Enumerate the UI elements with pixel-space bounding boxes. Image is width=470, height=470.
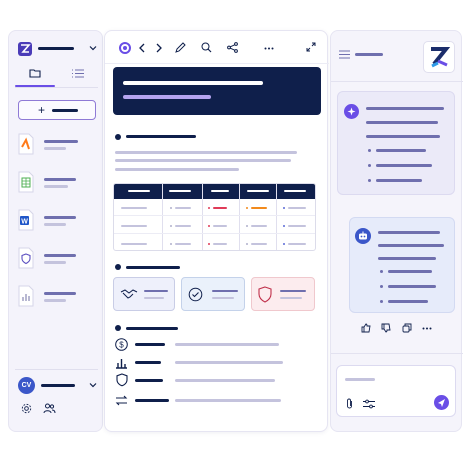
list-item[interactable] xyxy=(113,393,313,409)
avatar[interactable]: CV xyxy=(18,377,35,394)
sliders-icon[interactable] xyxy=(363,399,375,409)
assistant-message xyxy=(349,217,455,313)
chevron-down-icon[interactable] xyxy=(89,381,97,389)
user-name xyxy=(41,384,75,387)
document-panel: $ xyxy=(104,30,329,432)
sidebar: + W CV xyxy=(8,30,103,432)
assistant-message xyxy=(337,91,455,195)
section-bullet xyxy=(115,134,121,140)
list-item[interactable] xyxy=(113,373,313,389)
new-document-button[interactable]: + xyxy=(18,100,96,120)
data-table xyxy=(113,183,316,251)
folder-icon xyxy=(29,69,41,78)
expand-icon[interactable] xyxy=(306,42,316,52)
table-row[interactable] xyxy=(114,235,315,250)
paragraph-line xyxy=(115,159,291,162)
search-icon[interactable] xyxy=(201,42,212,53)
assistant-panel xyxy=(330,30,463,432)
section-heading xyxy=(126,327,178,330)
file-item-report[interactable] xyxy=(18,285,96,315)
more-options-icon[interactable] xyxy=(264,47,274,50)
copy-icon[interactable] xyxy=(402,323,412,333)
settings-gear-icon[interactable] xyxy=(21,403,32,414)
card-risk[interactable] xyxy=(251,277,315,311)
workspace-name xyxy=(38,47,74,50)
paragraph-line xyxy=(115,168,239,171)
thumbs-down-icon[interactable] xyxy=(381,323,391,333)
assistant-title xyxy=(355,53,383,56)
transfer-icon xyxy=(115,395,128,406)
composer-placeholder xyxy=(345,378,375,381)
section-heading xyxy=(126,266,180,269)
forward-arrow-icon[interactable] xyxy=(155,43,162,53)
attachment-icon[interactable] xyxy=(345,398,354,410)
list-item[interactable] xyxy=(113,355,313,371)
check-circle-icon xyxy=(188,287,203,302)
shield-icon xyxy=(258,286,272,303)
table-header xyxy=(114,184,315,199)
robot-icon xyxy=(355,228,371,244)
assistant-toggle-icon[interactable] xyxy=(119,42,131,54)
card-compliance[interactable] xyxy=(181,277,245,311)
pencil-icon[interactable] xyxy=(175,42,186,53)
paragraph-line xyxy=(115,151,297,154)
list-icon xyxy=(72,69,84,78)
file-item-pdf[interactable] xyxy=(18,133,96,163)
send-button[interactable] xyxy=(434,395,449,410)
menu-icon[interactable] xyxy=(339,50,350,59)
back-arrow-icon[interactable] xyxy=(139,43,146,53)
brand-logo-icon xyxy=(423,41,455,73)
send-icon xyxy=(438,399,445,407)
thumbs-up-icon[interactable] xyxy=(361,323,371,333)
tab-list[interactable] xyxy=(59,63,99,87)
sparkle-icon xyxy=(344,104,359,119)
chevron-down-icon[interactable] xyxy=(89,44,97,52)
document-title-banner xyxy=(113,67,321,115)
message-composer[interactable] xyxy=(336,365,456,417)
card-partnership[interactable] xyxy=(113,277,175,311)
dollar-icon: $ xyxy=(115,338,128,351)
tab-files[interactable] xyxy=(15,63,55,87)
list-item[interactable]: $ xyxy=(113,337,313,353)
workspace-logo-icon[interactable] xyxy=(18,42,32,56)
bar-chart-icon xyxy=(116,359,127,369)
share-icon[interactable] xyxy=(227,42,238,53)
handshake-icon xyxy=(120,289,138,299)
more-options-icon[interactable] xyxy=(422,327,432,330)
toolbar xyxy=(105,31,329,63)
svg-text:$: $ xyxy=(119,341,124,350)
word-file-icon: W xyxy=(18,209,34,231)
file-item-policy[interactable] xyxy=(18,247,96,277)
shield-file-icon xyxy=(18,247,34,269)
shield-icon xyxy=(116,373,128,387)
file-item-word[interactable]: W xyxy=(18,209,96,239)
spreadsheet-file-icon xyxy=(18,171,34,193)
table-row[interactable] xyxy=(114,217,315,234)
file-item-spreadsheet[interactable] xyxy=(18,171,96,201)
users-icon[interactable] xyxy=(43,403,56,414)
plus-icon: + xyxy=(38,103,46,117)
section-bullet xyxy=(115,325,121,331)
table-row[interactable] xyxy=(114,199,315,216)
section-bullet xyxy=(115,264,121,270)
section-heading xyxy=(126,135,196,138)
pdf-file-icon xyxy=(18,133,34,155)
chart-file-icon xyxy=(18,285,34,307)
svg-text:W: W xyxy=(21,219,28,226)
